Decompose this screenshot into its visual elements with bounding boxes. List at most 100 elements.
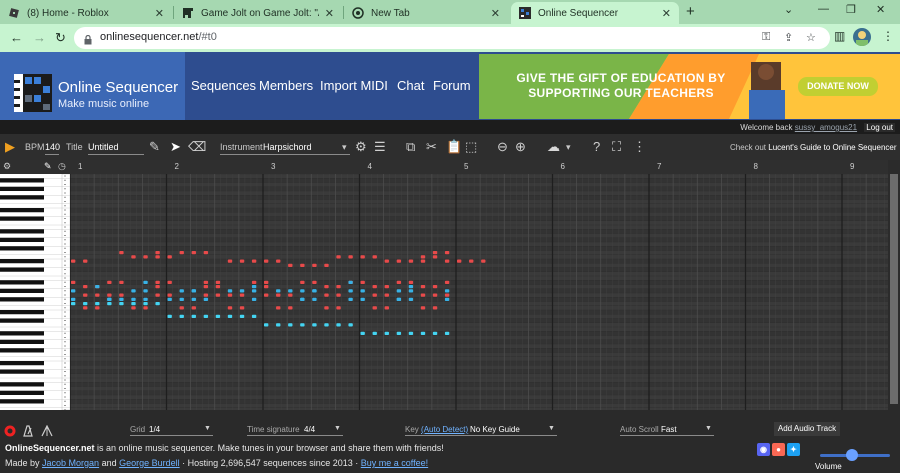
select-box-icon[interactable]: ⬚ [465,139,477,155]
tab-roblox[interactable]: (8) Home - Roblox ✕ [0,2,172,24]
add-audio-track-button[interactable]: Add Audio Track [774,422,840,436]
zoom-out-icon[interactable]: ⊖ [497,139,508,155]
key-marker [64,294,66,296]
guide-link[interactable]: Lucent's Guide to Online Sequencer [768,143,896,152]
more-kebab-icon[interactable]: ⋮ [633,139,646,155]
mixer-sliders-icon[interactable]: ☰ [374,139,386,155]
zoom-in-icon[interactable]: ⊕ [515,139,526,155]
patreon-icon[interactable]: ● [772,443,785,456]
instrument-select[interactable]: Harpsichord [263,142,312,152]
close-icon[interactable]: ✕ [325,7,334,20]
grid-select[interactable]: 1/4 [149,425,160,434]
settings-gear-icon[interactable]: ⚙ [3,161,11,172]
side-panel-icon[interactable]: ▥ [834,29,845,43]
username-link[interactable]: sussy_amogus21 [795,123,857,132]
tab-gamejolt[interactable]: Game Jolt on Game Jolt: "A new ✕ [174,2,342,24]
piano-keyboard[interactable] [0,174,70,410]
footer-credits: Made by Jacob Morgan and George Burdell … [5,458,428,468]
nav-members[interactable]: Members [259,78,313,93]
chevron-down-icon[interactable]: ▼ [705,425,712,432]
user-strip: Welcome back sussy_amogus21 Log out [0,120,900,134]
close-window-icon[interactable]: ✕ [876,3,885,16]
auto-detect-link[interactable]: (Auto Detect) [421,425,468,434]
discord-icon[interactable]: ◉ [757,443,770,456]
cut-icon[interactable]: ✂ [426,139,437,155]
key-marker [64,324,66,326]
profile-avatar[interactable] [853,28,871,46]
note-grid[interactable] [70,174,888,410]
nav-forum[interactable]: Forum [433,78,471,93]
nav-sequences[interactable]: Sequences [191,78,256,93]
forward-icon[interactable]: → [33,30,46,45]
metronome-icon[interactable] [22,424,34,437]
time-signature-select[interactable]: 4/4 [304,425,315,434]
reload-icon[interactable]: ↻ [55,30,66,46]
note [360,280,365,284]
note [324,306,329,310]
note [71,297,76,301]
pencil-mode-icon[interactable]: ✎ [44,161,52,172]
omnibox[interactable]: onlinesequencer.net/#t0 ⚿ ⇪ ☆ [74,27,830,49]
volume-slider-knob[interactable] [845,449,858,461]
grid-black-row [70,361,888,366]
close-icon[interactable]: ✕ [155,7,164,20]
auto-scroll-select[interactable]: Fast [661,425,677,434]
fullscreen-icon[interactable]: ⛶ [612,139,621,155]
help-icon[interactable]: ? [593,139,600,154]
key-icon[interactable]: ⚿ [762,31,770,44]
close-icon[interactable]: ✕ [491,7,500,20]
tuning-icon[interactable] [41,424,53,437]
menu-kebab-icon[interactable]: ⋮ [882,29,894,43]
chevron-down-icon[interactable]: ▼ [334,425,341,432]
record-icon[interactable] [4,424,16,437]
bottom-controls: Grid 1/4 ▼ Time signature 4/4 ▼ Key (Aut… [0,410,900,440]
keyboard-header: ⚙ ✎ ◷ [0,160,70,174]
vertical-scrollbar[interactable] [888,160,900,410]
copy-icon[interactable]: ⧉ [406,139,415,155]
share-icon[interactable]: ⇪ [784,31,793,44]
tab-online-sequencer[interactable]: Online Sequencer ✕ [511,2,679,24]
note [360,289,365,293]
bpm-input[interactable]: 140 [45,142,60,152]
chevron-down-icon[interactable]: ▼ [548,425,555,432]
paste-icon[interactable]: 📋 [446,139,462,155]
edit-pencil-icon[interactable]: ✎ [149,139,160,155]
tab-search-icon[interactable]: ⌄ [784,3,793,16]
note [444,251,450,255]
logout-button[interactable]: Log out [864,123,895,132]
clock-icon[interactable]: ◷ [58,161,66,172]
chevron-down-icon[interactable]: ▾ [342,142,347,153]
black-key [0,348,44,353]
author-link-george[interactable]: George Burdell [119,458,180,468]
bar-ruler[interactable]: 1 2 3 4 5 6 7 8 9 [70,160,888,174]
title-input[interactable]: Untitled [88,142,119,152]
minimize-icon[interactable]: — [818,3,829,15]
tab-new-tab[interactable]: New Tab ✕ [344,2,508,24]
chevron-down-icon[interactable]: ▼ [204,425,211,432]
chevron-down-icon[interactable]: ▾ [566,142,571,153]
nav-import-midi[interactable]: Import MIDI [320,78,388,93]
logo-area[interactable]: Online Sequencer Make music online [0,52,185,120]
nav-chat[interactable]: Chat [397,78,424,93]
twitter-icon[interactable]: ✦ [787,443,800,456]
eraser-icon[interactable]: ⌫ [188,139,206,155]
bookmark-star-icon[interactable]: ☆ [806,31,816,44]
donate-now-button[interactable]: DONATE NOW [798,77,878,96]
advertisement-banner[interactable]: GIVE THE GIFT OF EDUCATION BY SUPPORTING… [479,54,900,119]
note [143,280,148,284]
scrollbar-thumb[interactable] [890,174,898,404]
note [251,285,257,289]
instrument-settings-icon[interactable]: ⚙ [355,139,367,155]
key-select[interactable]: No Key Guide [470,425,520,434]
close-icon[interactable]: ✕ [662,7,671,20]
title-underline [88,154,144,155]
author-link-jacob[interactable]: Jacob Morgan [42,458,99,468]
maximize-icon[interactable]: ❐ [846,3,856,16]
buy-coffee-link[interactable]: Buy me a coffee! [361,458,428,468]
select-cursor-icon[interactable]: ➤ [170,139,181,155]
grid-black-row [70,331,888,336]
play-icon[interactable]: ▶ [5,139,15,155]
upload-cloud-icon[interactable]: ☁ [547,139,560,155]
back-icon[interactable]: ← [10,30,23,45]
new-tab-button[interactable]: + [686,3,695,20]
